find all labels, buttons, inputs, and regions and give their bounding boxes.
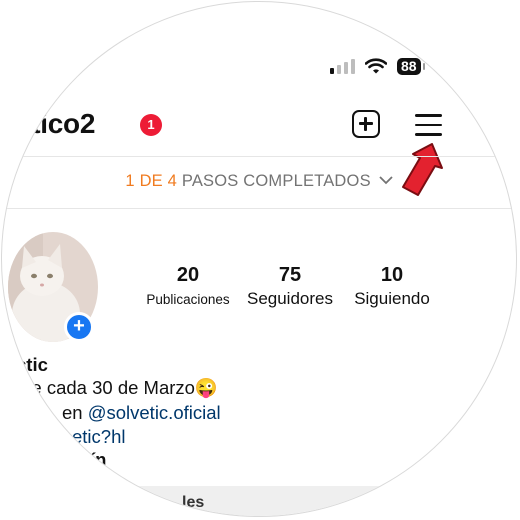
create-post-button[interactable]: [352, 110, 380, 138]
steps-text: PASOS COMPLETADOS: [181, 172, 371, 190]
stat-publicaciones[interactable]: 20 Publicaciones: [142, 264, 234, 307]
profile-username[interactable]: etico2: [16, 108, 95, 140]
bio-line-2: en @solvetic.oficial: [62, 402, 221, 424]
bio-line-4: ín: [90, 449, 107, 470]
stat-value: 20: [176, 264, 200, 286]
stat-label: Seguidores: [246, 289, 333, 308]
profile-name: ctic: [16, 354, 48, 375]
stat-seguidores[interactable]: 75 Seguidores: [242, 264, 338, 309]
steps-progress-link[interactable]: 1 DE 4 PASOS COMPLETADOS: [2, 172, 516, 191]
bio-line-1: me cada 30 de Marzo😜: [16, 377, 218, 398]
bottom-panel-label: les: [182, 494, 205, 511]
bio-line-2-prefix: en: [62, 402, 88, 423]
steps-count: 1 DE 4: [125, 172, 178, 190]
zoomed-screen: 88 etico2 1 1 DE 4 PASOS COMPLETADOS + 2…: [1, 1, 517, 517]
signal-icon: [330, 58, 355, 74]
stat-siguiendo[interactable]: 10 Siguiendo: [348, 264, 436, 309]
progress-divider: [2, 208, 516, 209]
wifi-icon: [365, 58, 387, 74]
mention-link[interactable]: @solvetic.oficial: [88, 402, 221, 423]
stat-label: Publicaciones: [146, 292, 230, 307]
add-story-button[interactable]: +: [64, 312, 94, 342]
chevron-down-icon: [378, 176, 393, 185]
stat-value: 75: [278, 264, 302, 286]
menu-icon[interactable]: [415, 114, 442, 136]
stat-value: 10: [380, 264, 404, 286]
status-bar: 88: [330, 54, 425, 78]
header-divider: [2, 156, 516, 157]
bottom-panel[interactable]: les: [2, 486, 516, 516]
bio-url-link[interactable]: etic?hl: [72, 426, 125, 448]
battery-indicator: 88: [397, 57, 425, 75]
stat-label: Siguiendo: [354, 289, 430, 308]
notification-badge[interactable]: 1: [140, 114, 162, 136]
